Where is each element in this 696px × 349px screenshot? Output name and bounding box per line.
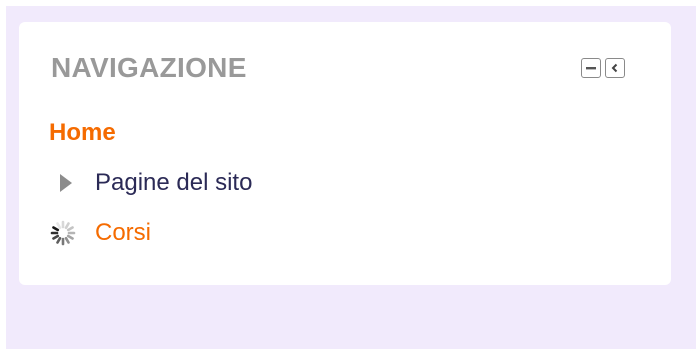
home-link[interactable]: Home (49, 119, 116, 147)
block-controls (581, 58, 625, 78)
block-title: NAVIGAZIONE (51, 52, 247, 83)
site-pages-link[interactable]: Pagine del sito (95, 169, 252, 197)
dock-block-button[interactable] (605, 58, 625, 78)
navigation-block: NAVIGAZIONE Home Pagine del sito Corsi (19, 22, 671, 285)
courses-link[interactable]: Corsi (95, 219, 151, 247)
page-left-edge (0, 0, 6, 349)
triangle-right-icon[interactable] (59, 172, 89, 194)
nav-item-home: Home (49, 114, 252, 152)
collapse-block-button[interactable] (581, 58, 601, 78)
nav-item-site-pages: Pagine del sito (49, 164, 252, 202)
navigation-tree: Home Pagine del sito Corsi (49, 114, 252, 264)
nav-item-courses: Corsi (49, 214, 252, 252)
loading-spinner-icon (49, 219, 79, 247)
dock-left-icon (611, 63, 618, 73)
minus-box-icon (586, 67, 596, 70)
page-top-edge (0, 0, 696, 6)
